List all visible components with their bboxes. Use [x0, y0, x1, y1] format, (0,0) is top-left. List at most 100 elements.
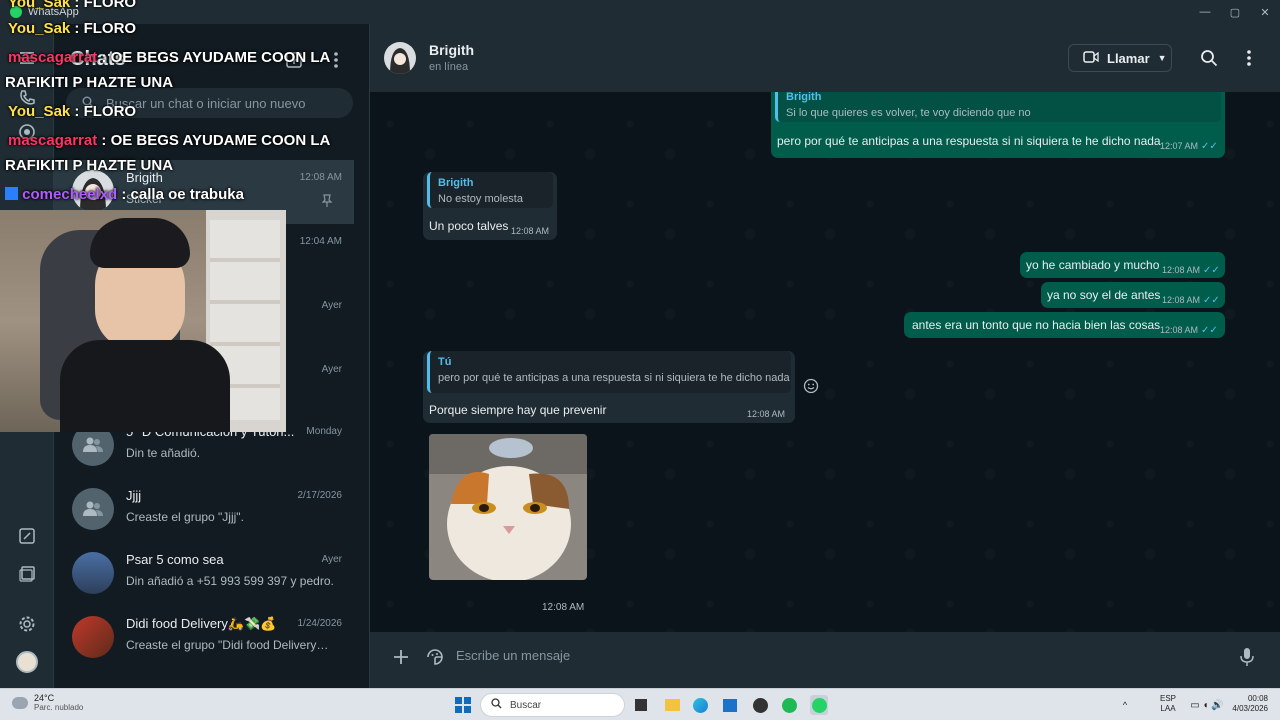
chat-name: Brigith — [126, 170, 163, 185]
message-outgoing[interactable]: Brigith Si lo que quieres es volver, te … — [771, 86, 1225, 158]
message-time: 12:07 AM ✓✓ — [1160, 141, 1218, 152]
search-input[interactable]: Buscar un chat o iniciar uno nuevo — [66, 88, 353, 118]
video-call-icon — [1083, 50, 1099, 66]
chat-time: Ayer — [321, 554, 342, 565]
chat-name: Psar 5 como sea — [126, 552, 224, 567]
whatsapp-icon — [10, 6, 22, 18]
message-time: 12:08 AM ✓✓ — [1160, 325, 1218, 336]
weather-desc: Parc. nublado — [34, 703, 84, 712]
attach-plus-icon[interactable] — [392, 648, 410, 671]
weather-icon — [12, 696, 28, 709]
obs-icon[interactable] — [752, 695, 768, 715]
quote-text: pero por qué te anticipas a una respuest… — [438, 372, 790, 384]
system-tray-icons[interactable]: ▭ ◖ 🔊 — [1190, 695, 1224, 715]
window-titlebar: WhatsApp — ▢ ✕ — [0, 0, 1280, 24]
menu-icon[interactable] — [324, 48, 348, 72]
profile-avatar[interactable] — [15, 650, 39, 674]
microphone-icon[interactable] — [1240, 647, 1254, 672]
language-indicator[interactable]: ESP LAA — [1160, 694, 1176, 714]
sticker-emoji-icon[interactable] — [425, 647, 445, 672]
maximize-button[interactable]: ▢ — [1218, 0, 1252, 24]
call-button[interactable]: Llamar ▼ — [1068, 44, 1172, 72]
chat-item-group[interactable]: Didi food Delivery🛵💸💰 1/24/2026 Creaste … — [54, 606, 354, 670]
chat-time: 2/17/2026 — [297, 490, 343, 501]
quote-text: Si lo que quieres es volver, te voy dici… — [786, 107, 1031, 119]
message-composer: Escribe un mensaje — [370, 632, 1280, 688]
message-incoming[interactable]: Brigith No estoy molesta Un poco talves … — [423, 172, 557, 240]
react-emoji-icon[interactable] — [803, 378, 819, 399]
chat-name: Didi food Delivery🛵💸💰 — [126, 616, 277, 631]
contact-avatar[interactable] — [384, 42, 416, 74]
person-hair — [90, 218, 190, 268]
file-explorer-icon[interactable] — [664, 695, 680, 715]
taskbar-search[interactable]: Buscar — [480, 693, 625, 717]
chats-icon[interactable] — [15, 46, 39, 70]
weather-widget[interactable]: 24°C Parc. nublado — [12, 693, 83, 712]
chevron-up-icon[interactable]: ^ — [1120, 695, 1130, 715]
message-text: Un poco talves — [429, 219, 509, 233]
message-time: 12:08 AM — [511, 226, 550, 236]
sticker-message[interactable] — [429, 434, 587, 580]
quote-author: Brigith — [438, 177, 474, 189]
quoted-message[interactable]: Tú pero por qué te anticipas a una respu… — [427, 351, 791, 393]
settings-icon[interactable] — [15, 612, 39, 636]
chat-time: Ayer — [321, 300, 342, 311]
read-receipt-icon: ✓✓ — [1201, 141, 1218, 152]
screen: WhatsApp — ▢ ✕ Chats Buscar un chat o in… — [0, 0, 1280, 720]
message-outgoing[interactable]: ya no soy el de antes 12:08 AM ✓✓ — [1041, 282, 1225, 308]
clock[interactable]: 00:08 4/03/2026 — [1226, 694, 1268, 714]
media-icon[interactable] — [15, 562, 39, 586]
message-text: Porque siempre hay que prevenir — [429, 403, 607, 417]
new-chat-icon[interactable] — [282, 48, 306, 72]
chat-preview: Din te añadió. — [126, 446, 201, 460]
quote-author: Tú — [438, 356, 452, 368]
chats-title: Chats — [70, 48, 126, 70]
search-icon — [82, 96, 94, 111]
chat-item-group[interactable]: Jjjj 2/17/2026 Creaste el grupo "Jjjj". — [54, 478, 354, 542]
chat-preview: Sticker — [126, 192, 163, 206]
message-text: yo he cambiado y mucho — [1026, 258, 1160, 272]
message-outgoing[interactable]: antes era un tonto que no hacia bien las… — [904, 312, 1225, 338]
chat-preview: Creaste el grupo "Didi food Delivery🛵... — [126, 638, 341, 652]
message-incoming[interactable]: Tú pero por qué te anticipas a una respu… — [423, 351, 795, 423]
search-icon[interactable] — [1197, 46, 1221, 70]
chat-name: Jjjj — [126, 488, 142, 503]
cat-sticker-image — [429, 434, 587, 580]
search-icon — [491, 698, 502, 712]
message-time: 12:08 AM ✓✓ — [1162, 295, 1220, 306]
group-icon — [72, 488, 114, 530]
sticker-time: 12:08 AM — [542, 602, 585, 613]
chat-preview: Creaste el grupo "Jjjj". — [126, 510, 244, 524]
chat-time: 12:08 AM — [299, 172, 342, 183]
search-placeholder: Buscar un chat o iniciar uno nuevo — [106, 95, 306, 111]
contact-name[interactable]: Brigith — [429, 42, 474, 58]
app-name: WhatsApp — [28, 6, 79, 18]
taskbar-search-label: Buscar — [510, 699, 542, 711]
message-time: 12:08 AM — [747, 409, 786, 419]
message-input[interactable]: Escribe un mensaje — [456, 648, 570, 663]
start-icon[interactable] — [454, 695, 472, 715]
calls-icon[interactable] — [15, 86, 39, 110]
task-view-icon[interactable] — [634, 695, 648, 715]
menu-icon[interactable] — [1237, 46, 1261, 70]
close-button[interactable]: ✕ — [1248, 0, 1280, 24]
chat-time: Ayer — [321, 364, 342, 375]
quoted-message[interactable]: Brigith No estoy molesta — [427, 172, 553, 208]
whatsapp-taskbar-icon[interactable] — [810, 695, 828, 715]
quote-text: No estoy molesta — [438, 193, 523, 205]
store-icon[interactable] — [722, 695, 738, 715]
conversation-panel: Brigith en línea Llamar ▼ Brigith Si lo … — [370, 24, 1280, 688]
pin-icon — [321, 194, 333, 213]
chat-time: 1/24/2026 — [297, 618, 343, 629]
message-outgoing[interactable]: yo he cambiado y mucho 12:08 AM ✓✓ — [1020, 252, 1225, 278]
chat-item-group[interactable]: Psar 5 como sea Ayer Din añadió a +51 99… — [54, 542, 354, 606]
webcam-overlay — [0, 210, 286, 432]
new-chat-icon[interactable] — [15, 524, 39, 548]
edge-icon[interactable] — [692, 695, 708, 715]
minimize-button[interactable]: — — [1188, 0, 1222, 24]
message-text: ya no soy el de antes — [1047, 288, 1161, 302]
windows-taskbar: 24°C Parc. nublado Buscar ^ ESP LAA ▭ ◖ … — [0, 688, 1280, 720]
conversation-header: Brigith en línea Llamar ▼ — [370, 24, 1280, 92]
status-icon[interactable] — [15, 120, 39, 144]
spotify-icon[interactable] — [781, 695, 797, 715]
